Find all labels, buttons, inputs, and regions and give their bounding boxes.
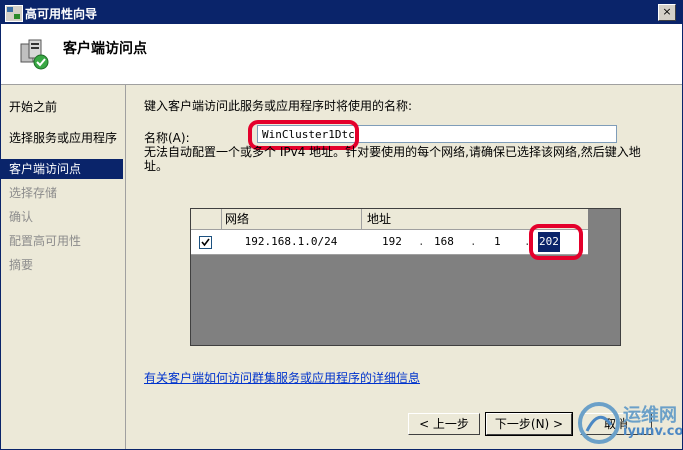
wizard-content: 键入客户端访问此服务或应用程序时将使用的名称: 名称(A): WinCluste… [126,85,682,449]
step-select-storage: 选择存储 [9,186,58,200]
checkmark-icon [201,238,210,247]
help-link[interactable]: 有关客户端如何访问群集服务或应用程序的详细信息 [144,369,420,386]
network-checkbox[interactable] [199,236,212,249]
page-title: 客户端访问点 [63,41,147,57]
ipv4-warning: 无法自动配置一个或多个 IPv4 地址。针对要使用的每个网络,请确保已选择该网络… [144,145,641,173]
step-confirmation: 确认 [9,210,34,224]
watermark-url: iyunv.com [623,424,683,439]
network-cell: 192.168.1.0/24 [244,235,338,248]
step-client-access-point[interactable]: 客户端访问点 [1,159,123,179]
wizard-window: 高可用性向导 × 客户端访问点 开始之前 选择服务或应用程序 客户端访问点 选择… [0,0,683,450]
step-select-service[interactable]: 选择服务或应用程序 [1,128,123,148]
name-label: 名称(A): [144,131,190,145]
grid-header: 网络 地址 [191,209,588,230]
watermark: 运维网 iyunv.com [573,397,683,449]
wizard-step-list: 开始之前 选择服务或应用程序 客户端访问点 选择存储 确认 配置高可用性 摘要 [1,85,126,449]
ip-octet-2[interactable]: 168 [434,232,454,252]
watermark-logo-icon [578,402,620,444]
header-check-column [191,209,222,229]
next-button[interactable]: 下一步(N) > [485,412,573,436]
ip-octet-3[interactable]: 1 [494,232,501,252]
window-title: 高可用性向导 [25,7,98,21]
cluster-icon [20,39,49,70]
name-prompt: 键入客户端访问此服务或应用程序时将使用的名称: [144,99,413,113]
step-summary: 摘要 [9,258,34,272]
wizard-header: 客户端访问点 [1,24,682,85]
close-button[interactable]: × [658,4,676,21]
ip-octet-1[interactable]: 192 [382,232,402,252]
app-icon [5,5,23,22]
step-configure-ha: 配置高可用性 [9,234,82,248]
header-network[interactable]: 网络 [225,209,362,229]
title-bar[interactable]: 高可用性向导 × [1,1,682,24]
back-button[interactable]: < 上一步 [408,413,480,435]
step-before-you-begin[interactable]: 开始之前 [1,97,123,117]
highlight-octet [529,224,583,260]
